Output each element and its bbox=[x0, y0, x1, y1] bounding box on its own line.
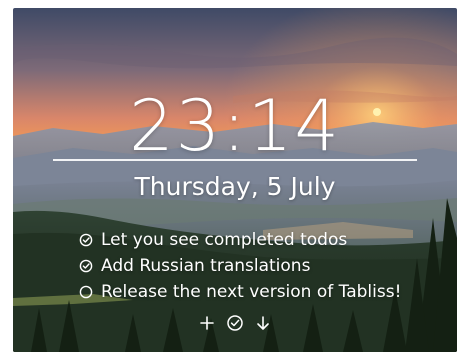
show-completed-button[interactable] bbox=[226, 314, 244, 332]
todo-label: Let you see completed todos bbox=[101, 230, 348, 250]
plus-icon bbox=[200, 316, 214, 330]
check-circle-icon[interactable] bbox=[79, 259, 93, 273]
todo-label: Release the next version of Tabliss! bbox=[101, 282, 402, 302]
check-circle-icon bbox=[227, 315, 243, 331]
todo-item[interactable]: Release the next version of Tabliss! bbox=[79, 279, 449, 305]
todo-list: Let you see completed todos Add Russian … bbox=[79, 227, 449, 305]
arrow-down-icon bbox=[257, 316, 269, 330]
date-text: Thursday, 5 July bbox=[134, 172, 336, 201]
add-todo-button[interactable] bbox=[198, 314, 216, 332]
divider-line bbox=[53, 159, 417, 161]
check-circle-icon[interactable] bbox=[79, 233, 93, 247]
circle-icon[interactable] bbox=[79, 285, 93, 299]
clock-time: 23:14 bbox=[129, 85, 341, 167]
todo-item[interactable]: Let you see completed todos bbox=[79, 227, 449, 253]
new-tab-dashboard: 23:14 Thursday, 5 July Let you see compl… bbox=[13, 8, 457, 352]
todo-label: Add Russian translations bbox=[101, 256, 311, 276]
todo-item[interactable]: Add Russian translations bbox=[79, 253, 449, 279]
more-todos-button[interactable] bbox=[254, 314, 272, 332]
todo-actions bbox=[13, 314, 457, 332]
